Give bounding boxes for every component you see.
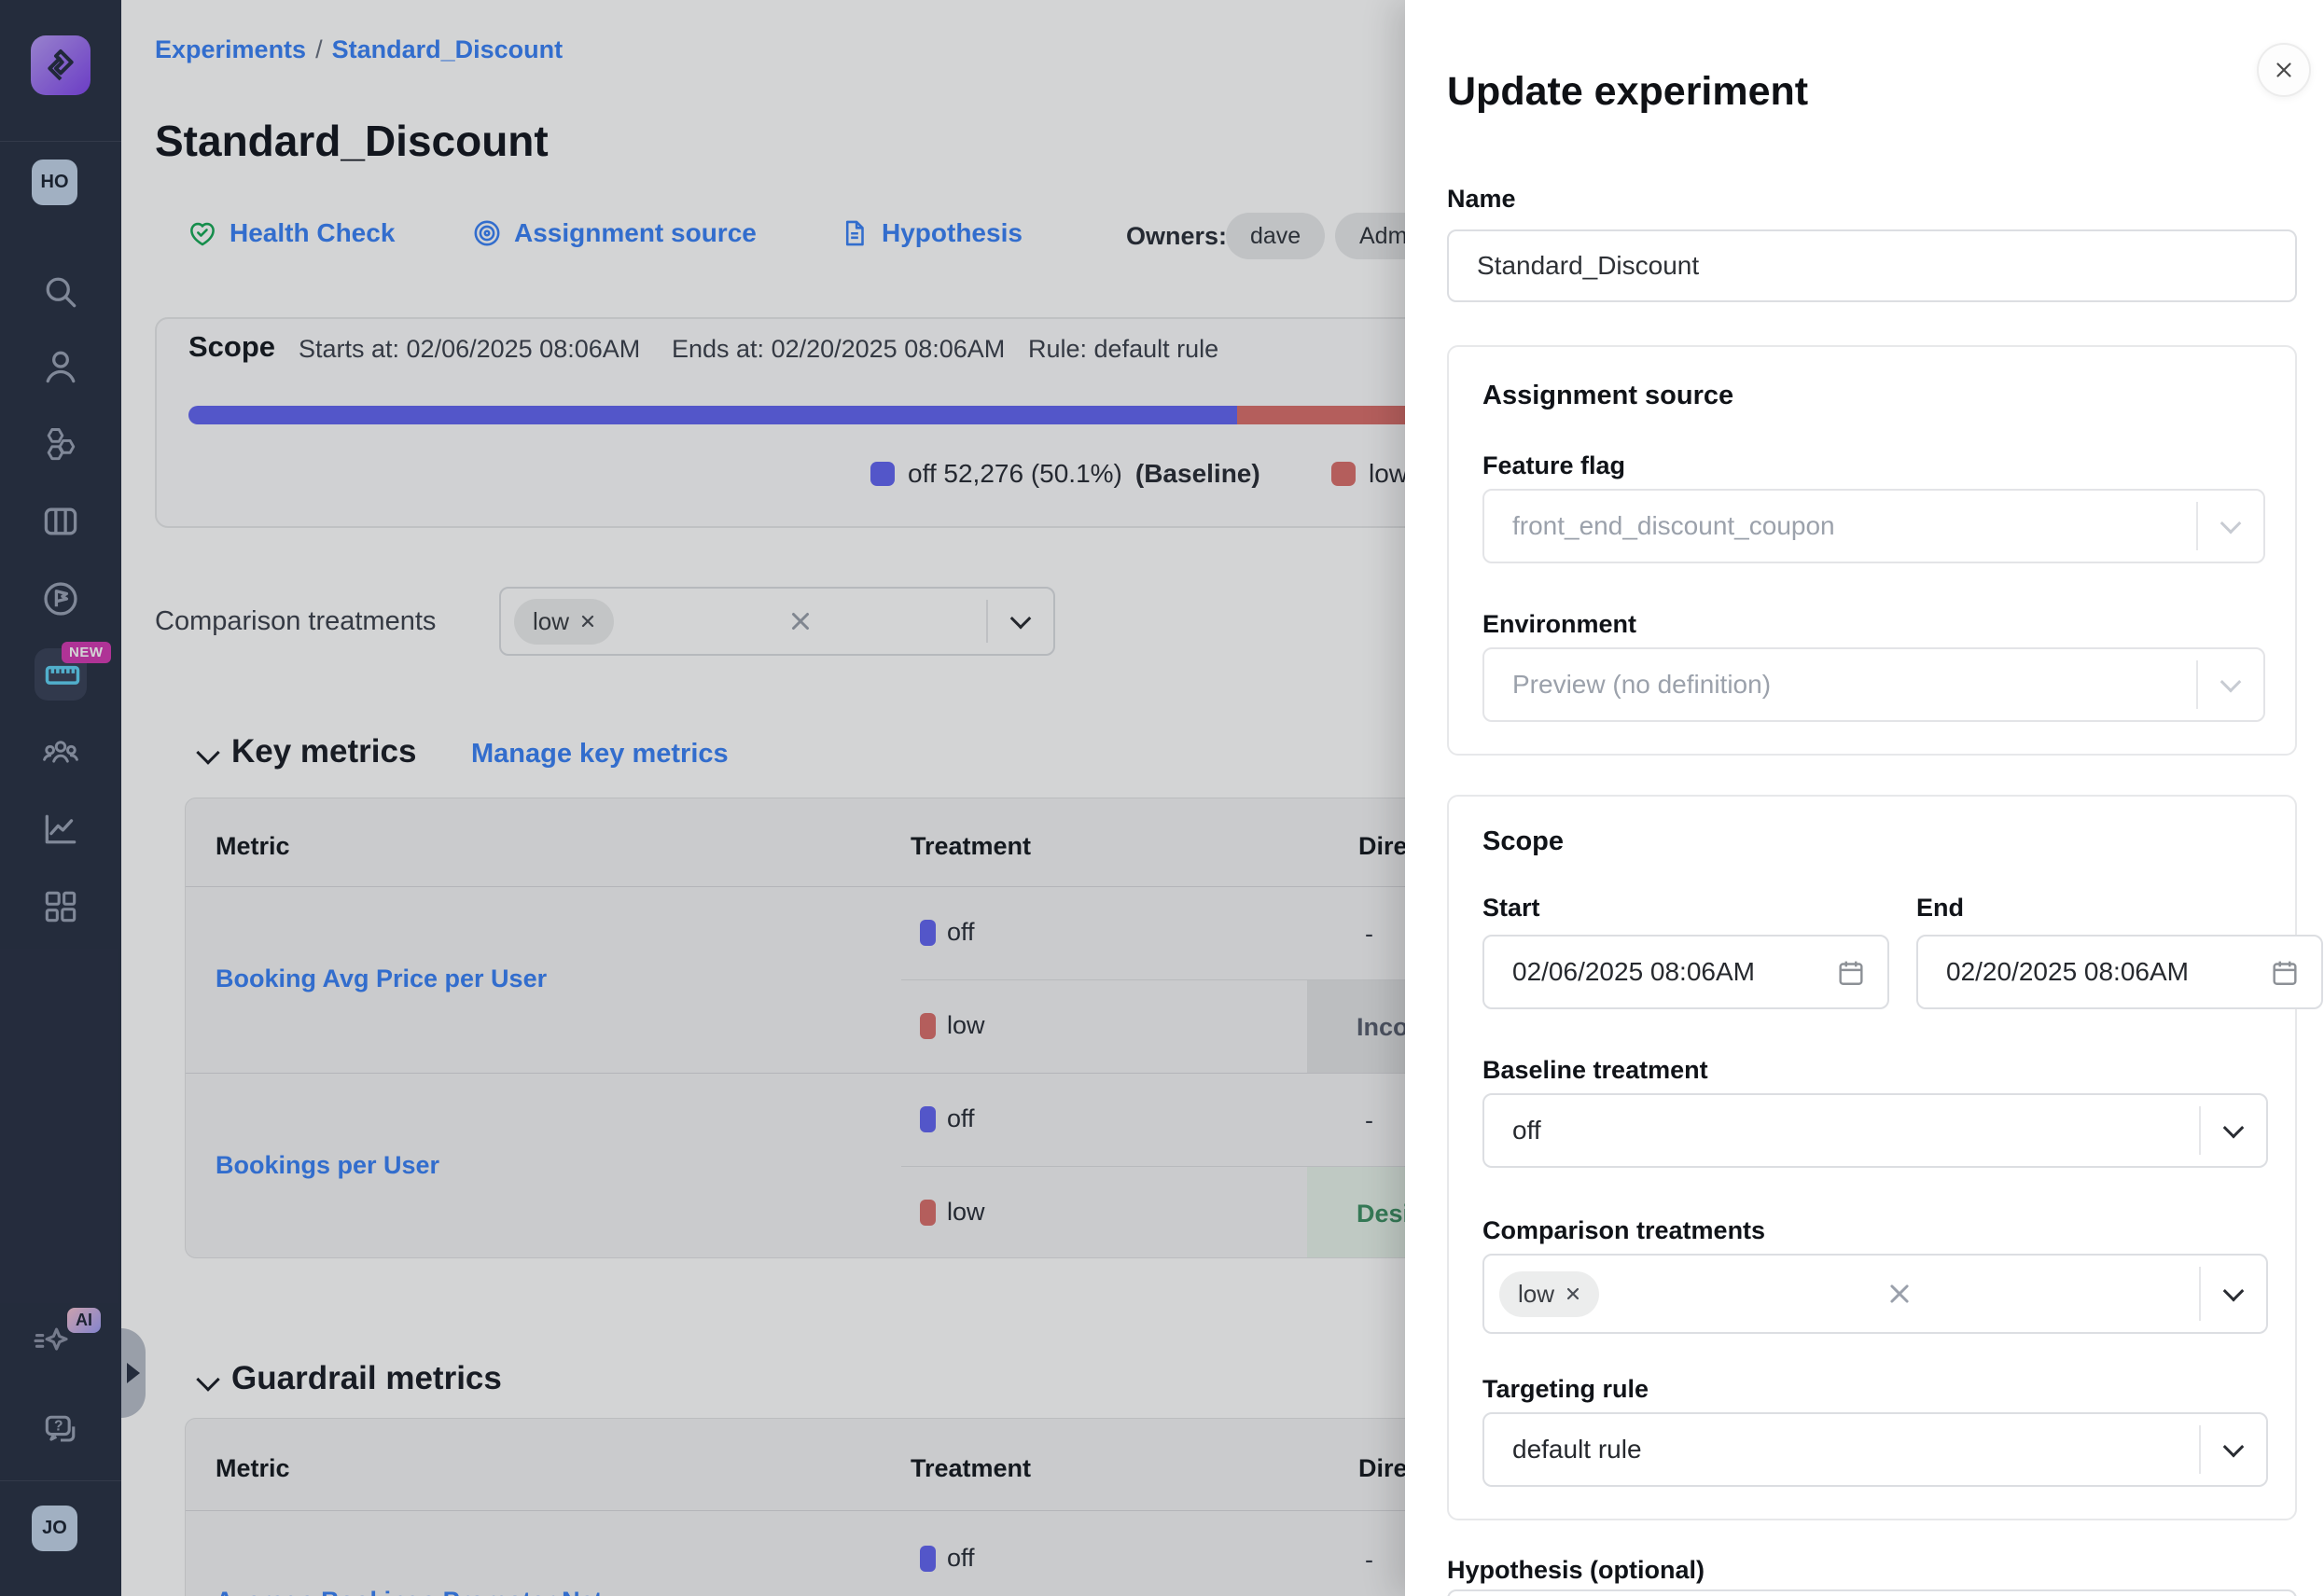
end-date-input[interactable]: 02/20/2025 08:06AM bbox=[1916, 935, 2323, 1009]
baseline-treatment-value: off bbox=[1512, 1116, 1541, 1145]
comparison-treatments-label: Comparison treatments bbox=[1482, 1216, 1765, 1245]
calendar-icon[interactable] bbox=[2269, 956, 2301, 988]
assignment-source-heading: Assignment source bbox=[1482, 381, 1733, 411]
name-input[interactable]: Standard_Discount bbox=[1447, 229, 2297, 302]
environment-label: Environment bbox=[1482, 610, 1636, 639]
scope-card: Scope Start End 02/06/2025 08:06AM 02/20… bbox=[1447, 795, 2297, 1520]
close-icon bbox=[2272, 58, 2296, 82]
baseline-treatment-label: Baseline treatment bbox=[1482, 1056, 1708, 1085]
environment-select[interactable]: Preview (no definition) bbox=[1482, 647, 2265, 722]
clear-selection-icon[interactable] bbox=[1872, 1282, 1927, 1306]
calendar-icon[interactable] bbox=[1835, 956, 1867, 988]
panel-tag-low[interactable]: low bbox=[1499, 1271, 1599, 1317]
hypothesis-optional-label: Hypothesis (optional) bbox=[1447, 1556, 1705, 1585]
chevron-down-icon[interactable] bbox=[2201, 1286, 2266, 1301]
end-date-value: 02/20/2025 08:06AM bbox=[1946, 957, 2189, 987]
targeting-rule-value: default rule bbox=[1512, 1435, 1642, 1464]
panel-tag-low-label: low bbox=[1518, 1280, 1554, 1309]
environment-value: Preview (no definition) bbox=[1512, 670, 1771, 700]
chevron-down-icon[interactable] bbox=[2201, 1442, 2266, 1457]
feature-flag-value: front_end_discount_coupon bbox=[1512, 511, 1835, 541]
name-label: Name bbox=[1447, 185, 1516, 214]
comparison-treatments-multiselect[interactable]: low bbox=[1482, 1254, 2268, 1334]
hypothesis-textarea[interactable] bbox=[1447, 1589, 2297, 1596]
baseline-treatment-select[interactable]: off bbox=[1482, 1093, 2268, 1168]
start-date-value: 02/06/2025 08:06AM bbox=[1512, 957, 1755, 987]
end-label: End bbox=[1916, 894, 1964, 923]
start-date-input[interactable]: 02/06/2025 08:06AM bbox=[1482, 935, 1889, 1009]
update-experiment-panel: Update experiment Name Standard_Discount… bbox=[1405, 0, 2324, 1596]
scope-heading: Scope bbox=[1482, 826, 1564, 857]
feature-flag-select[interactable]: front_end_discount_coupon bbox=[1482, 489, 2265, 563]
chevron-down-icon bbox=[2198, 519, 2263, 534]
panel-title: Update experiment bbox=[1447, 69, 1808, 115]
start-label: Start bbox=[1482, 894, 1540, 923]
targeting-rule-select[interactable]: default rule bbox=[1482, 1412, 2268, 1487]
name-value: Standard_Discount bbox=[1477, 251, 1699, 281]
chevron-down-icon bbox=[2198, 677, 2263, 692]
feature-flag-label: Feature flag bbox=[1482, 451, 1625, 480]
chevron-down-icon[interactable] bbox=[2201, 1123, 2266, 1138]
close-button[interactable] bbox=[2257, 43, 2311, 97]
targeting-rule-label: Targeting rule bbox=[1482, 1375, 1649, 1404]
assignment-source-card: Assignment source Feature flag front_end… bbox=[1447, 345, 2297, 756]
tag-remove-icon[interactable] bbox=[1566, 1286, 1580, 1301]
modal-dim-overlay[interactable] bbox=[0, 0, 1405, 1596]
